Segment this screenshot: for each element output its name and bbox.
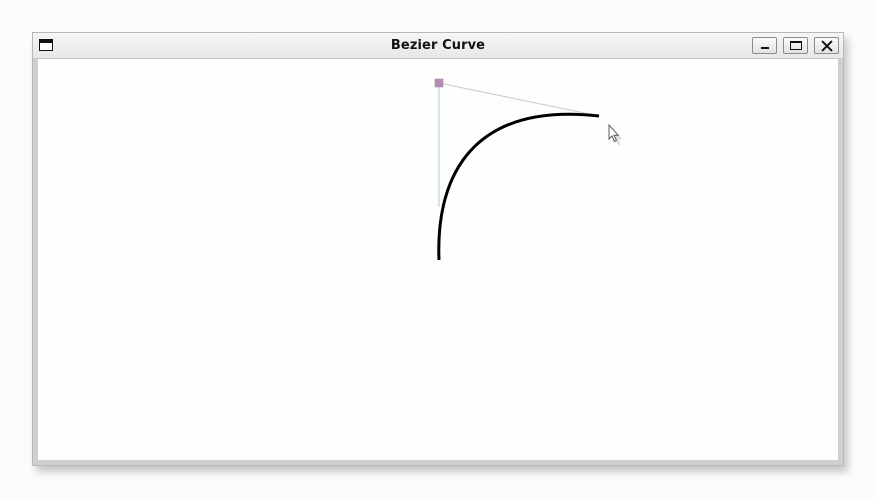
control-point-handle[interactable] xyxy=(434,78,444,88)
drawing-canvas[interactable] xyxy=(38,59,838,460)
control-guide-line-horizontal xyxy=(438,82,600,117)
window-title: Bezier Curve xyxy=(390,38,486,53)
mouse-pointer-icon xyxy=(608,123,626,152)
title-bar[interactable]: Bezier Curve xyxy=(33,33,843,59)
close-icon xyxy=(821,40,833,52)
bezier-canvas-svg xyxy=(434,78,600,261)
minimize-button[interactable] xyxy=(752,37,777,54)
desktop: Bezier Curve xyxy=(0,0,876,498)
maximize-button[interactable] xyxy=(783,37,808,54)
bezier-curve xyxy=(437,112,600,261)
app-window: Bezier Curve xyxy=(32,32,844,466)
maximize-icon xyxy=(790,41,802,50)
minimize-icon xyxy=(761,47,769,49)
close-button[interactable] xyxy=(814,37,839,54)
